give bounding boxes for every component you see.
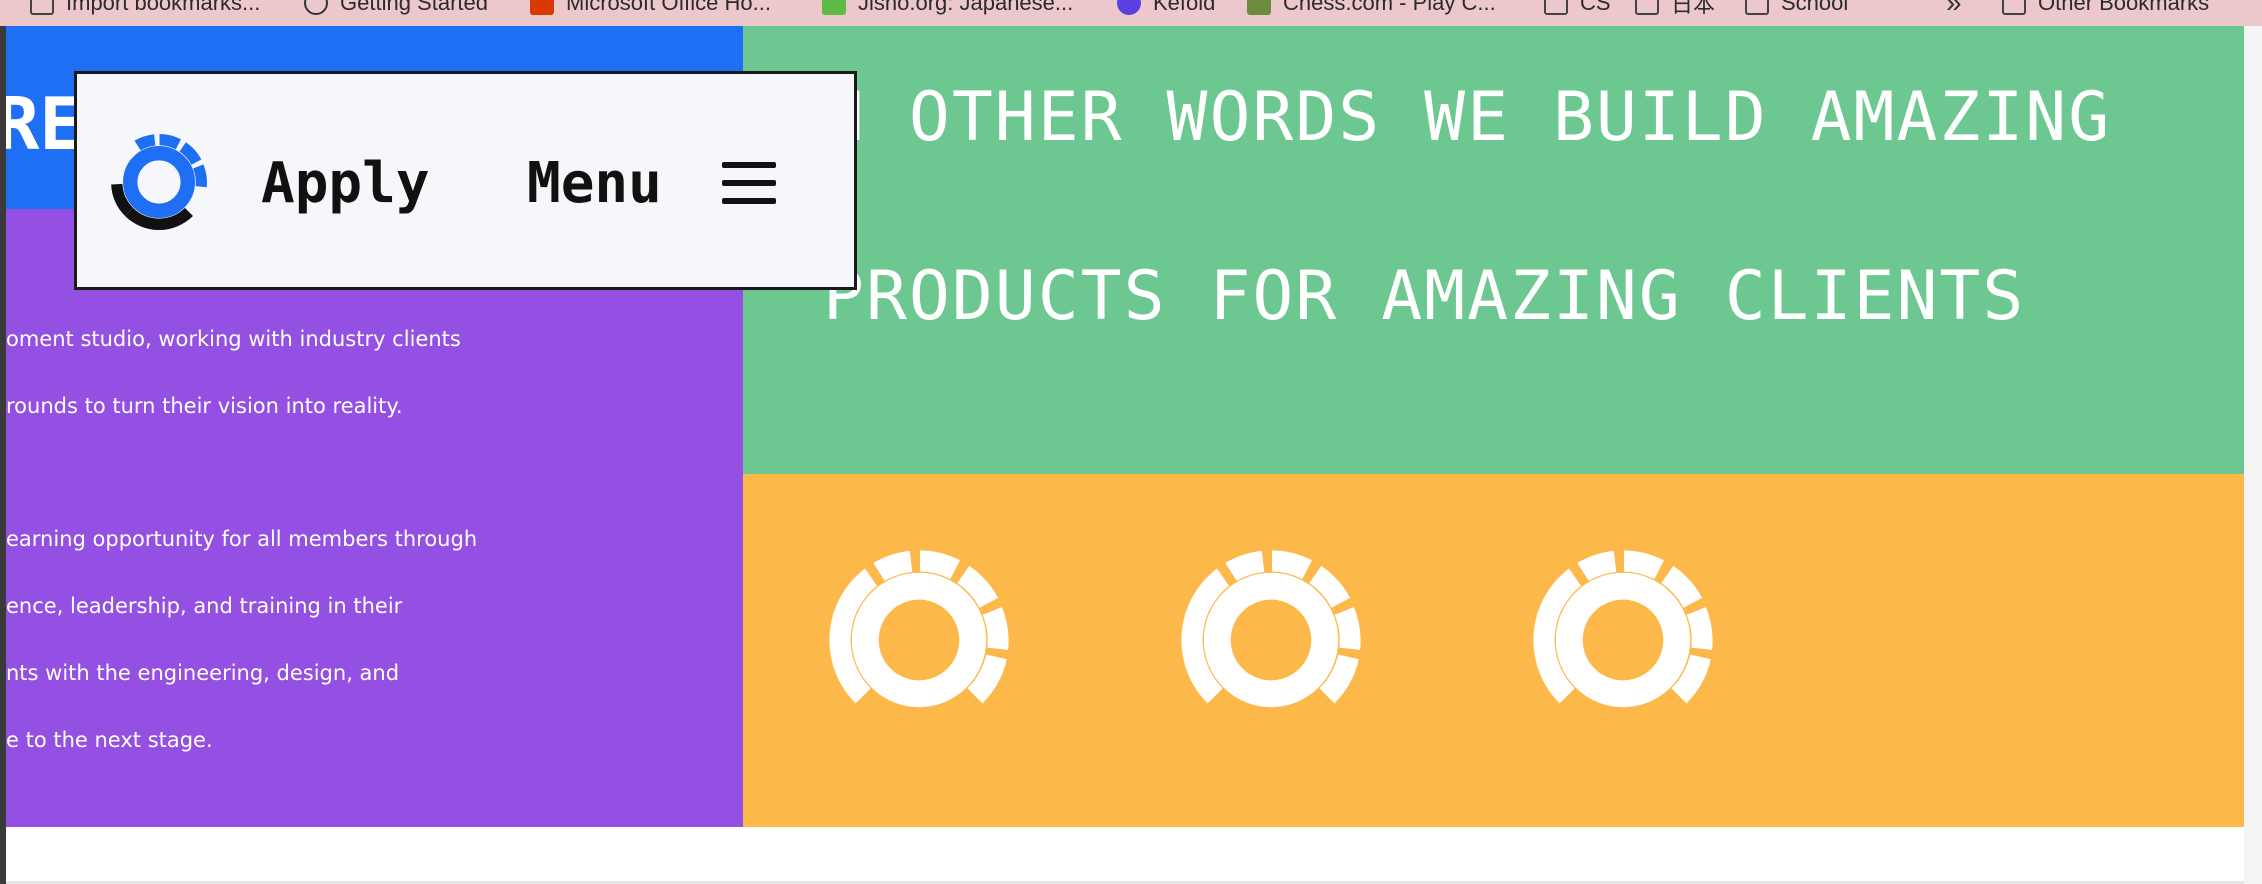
bookmark-folder-nihon[interactable]: 日本 xyxy=(1635,0,1715,18)
bookmark-getting-started[interactable]: Getting Started xyxy=(304,0,488,18)
about-text-line: earning opportunity for all members thro… xyxy=(6,527,478,551)
folder-icon xyxy=(1745,0,1769,15)
logos-panel xyxy=(743,474,2244,827)
apply-link[interactable]: Apply xyxy=(261,156,430,212)
about-panel: oment studio, working with industry clie… xyxy=(6,209,743,827)
floating-navbar: Apply Menu xyxy=(74,71,857,290)
bookmark-import[interactable]: Import bookmarks... xyxy=(30,0,260,18)
bookmark-office[interactable]: Microsoft Office Ho... xyxy=(530,0,771,18)
menu-link[interactable]: Menu xyxy=(527,156,662,212)
bookmark-label: CS xyxy=(1580,0,1611,15)
bookmark-label: Microsoft Office Ho... xyxy=(566,0,771,15)
folder-icon xyxy=(2002,0,2026,15)
about-text-line: ence, leadership, and training in their xyxy=(6,594,403,618)
bookmark-label: 日本 xyxy=(1671,0,1716,17)
bookmarks-overflow-button[interactable]: » xyxy=(1946,0,1962,18)
chevron-right-icon: » xyxy=(1946,0,1962,18)
folder-icon xyxy=(1544,0,1568,15)
about-text-line: oment studio, working with industry clie… xyxy=(6,327,461,351)
bookmark-label: Getting Started xyxy=(340,0,488,15)
bookmark-chess[interactable]: Chess.com - Play C... xyxy=(1247,0,1496,18)
bookmark-folder-cs[interactable]: CS xyxy=(1544,0,1611,18)
bookmark-label: Import bookmarks... xyxy=(66,0,261,15)
bookmark-label: Jisho.org: Japanese... xyxy=(858,0,1074,15)
folder-icon xyxy=(30,0,54,15)
page-footer-strip xyxy=(6,827,2244,884)
studio-logo-icon xyxy=(1533,550,1713,708)
about-text-line: rounds to turn their vision into reality… xyxy=(6,394,403,418)
kefold-icon xyxy=(1117,0,1141,15)
studio-logo-icon xyxy=(1181,550,1361,708)
bookmarks-bar: Import bookmarks... Getting Started Micr… xyxy=(0,0,2262,26)
globe-icon xyxy=(304,0,328,15)
chess-icon xyxy=(1247,0,1271,15)
bookmark-label: Chess.com - Play C... xyxy=(1283,0,1496,15)
hamburger-line xyxy=(722,162,776,168)
page-scrollbar[interactable] xyxy=(2244,26,2262,884)
about-text-line: e to the next stage. xyxy=(6,728,213,752)
studio-logo-icon[interactable] xyxy=(99,122,219,242)
about-text-line: nts with the engineering, design, and xyxy=(6,661,400,685)
folder-icon xyxy=(1635,0,1659,15)
hamburger-line xyxy=(722,198,776,204)
bookmark-kefold[interactable]: Kefold xyxy=(1117,0,1215,18)
jisho-icon xyxy=(822,0,846,15)
tagline-panel: N OTHER WORDS WE BUILD AMAZING PRODUCTS … xyxy=(743,26,2244,474)
bookmark-label: School xyxy=(1781,0,1849,15)
bookmark-jisho[interactable]: Jisho.org: Japanese... xyxy=(822,0,1073,18)
hero-heading: RE xyxy=(6,82,83,166)
bookmark-other[interactable]: Other Bookmarks xyxy=(2002,0,2209,18)
hamburger-icon[interactable] xyxy=(722,162,776,204)
studio-logo-icon xyxy=(829,550,1009,708)
hamburger-line xyxy=(722,180,776,186)
tagline-line-2: PRODUCTS FOR AMAZING CLIENTS xyxy=(823,257,2026,336)
office-icon xyxy=(530,0,554,15)
bookmark-label: Kefold xyxy=(1153,0,1216,15)
bookmark-label: Other Bookmarks xyxy=(2038,0,2210,15)
tagline-line-1: N OTHER WORDS WE BUILD AMAZING xyxy=(823,78,2112,157)
bookmark-folder-school[interactable]: School xyxy=(1745,0,1848,18)
